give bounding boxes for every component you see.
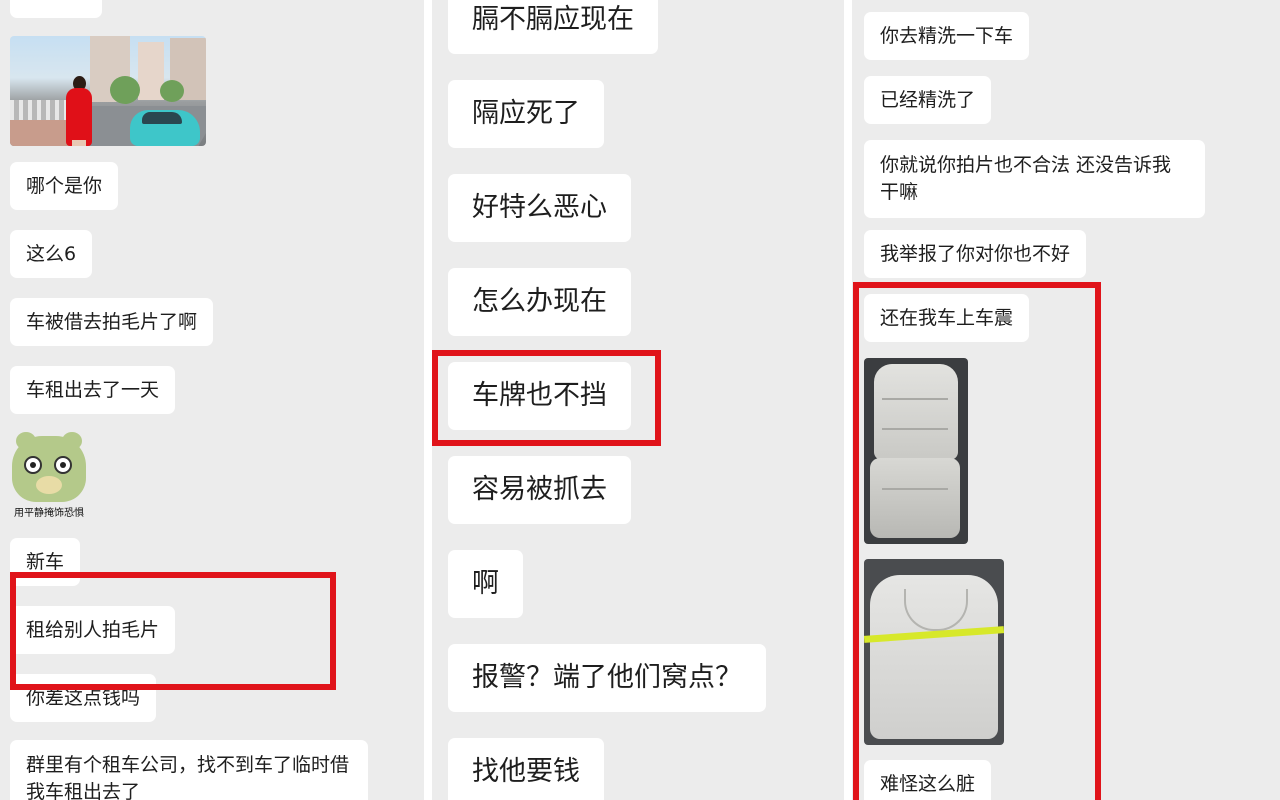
message-bubble: 车租出去了一天 — [10, 366, 176, 414]
woman-red-dress — [66, 88, 92, 146]
panel-divider — [844, 0, 852, 800]
sticker-caption: 用平静掩饰恐惧 — [14, 508, 84, 519]
message-bubble: 怎么办现在 — [448, 268, 631, 336]
message-bubble: 我举报了你对你也不好 — [864, 230, 1087, 278]
message-bubble: 已经精洗了 — [864, 76, 992, 124]
message-bubble: 膈不膈应现在 — [448, 0, 658, 54]
message-bubble: 报警？端了他们窝点？ — [448, 644, 766, 712]
chat-panel-right: 你去精洗一下车 已经精洗了 你就说你拍片也不合法 还没告诉我干嘛 我举报了你对你… — [852, 0, 1280, 800]
highlight-box — [853, 282, 1101, 800]
message-bubble: 你就说你拍片也不合法 还没告诉我干嘛 — [864, 140, 1205, 218]
chat-panel-left: 哪个是你 这么6 车被借去拍毛片了啊 车租出去了一天 用平静掩饰恐惧 新车 租给… — [0, 0, 424, 800]
message-bubble: 容易被抓去 — [448, 456, 631, 524]
message-bubble-partial — [10, 0, 102, 18]
message-bubble: 找他要钱 — [448, 738, 604, 800]
chat-panel-middle: 膈不膈应现在 隔应死了 好特么恶心 怎么办现在 车牌也不挡 容易被抓去 啊 报警… — [432, 0, 844, 800]
message-bubble: 隔应死了 — [448, 80, 604, 148]
highlight-box — [10, 572, 336, 690]
message-bubble: 啊 — [448, 550, 523, 618]
message-bubble: 好特么恶心 — [448, 174, 631, 242]
message-bubble: 车被借去拍毛片了啊 — [10, 298, 214, 346]
message-bubble: 这么6 — [10, 230, 93, 278]
panel-divider — [424, 0, 432, 800]
sticker-message[interactable]: 用平静掩饰恐惧 — [10, 432, 88, 522]
photo-message-car[interactable] — [10, 36, 206, 146]
message-bubble: 群里有个租车公司，找不到车了临时借我车租出去了 — [10, 740, 368, 800]
message-bubble: 你去精洗一下车 — [864, 12, 1030, 60]
highlight-box — [432, 350, 661, 446]
message-bubble: 哪个是你 — [10, 162, 119, 210]
